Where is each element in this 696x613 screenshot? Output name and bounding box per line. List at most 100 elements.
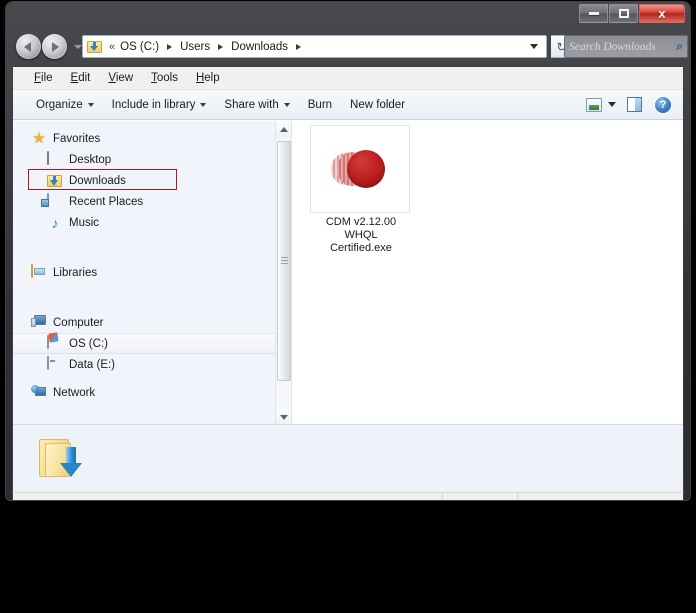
- breadcrumb-item-users[interactable]: Users: [177, 39, 213, 55]
- sidebar-label-favorites: Favorites: [53, 132, 101, 145]
- search-placeholder: Search Downloads: [569, 40, 656, 53]
- breadcrumb[interactable]: « OS (C:) Users Downloads: [82, 35, 547, 58]
- menu-accel-file: F: [34, 72, 42, 84]
- sidebar-label-data-e: Data (E:): [69, 358, 116, 371]
- sidebar-item-data-e[interactable]: Data (E:): [13, 354, 291, 375]
- menu-rest-file: ile: [41, 72, 53, 84]
- sidebar-item-network[interactable]: Network: [13, 382, 291, 403]
- file-name-line-1: CDM v2.12.00: [325, 216, 397, 228]
- close-icon: x: [658, 6, 666, 21]
- list-item[interactable]: CDM v2.12.00 WHQL Certified.exe: [310, 125, 412, 255]
- breadcrumb-item-downloads[interactable]: Downloads: [228, 39, 291, 55]
- new-folder-button[interactable]: New folder: [341, 96, 414, 114]
- file-thumbnail[interactable]: [310, 125, 410, 213]
- file-name-line-3: Certified.exe: [330, 242, 392, 254]
- preview-pane-icon[interactable]: [627, 97, 642, 112]
- breadcrumb-separator-icon[interactable]: [167, 43, 173, 50]
- details-pane: [13, 424, 683, 492]
- sidebar-item-libraries[interactable]: Libraries: [13, 262, 291, 283]
- star-icon: ★: [32, 129, 46, 147]
- search-icon: ⌕: [676, 39, 683, 53]
- navigation-buttons: [16, 34, 82, 59]
- sidebar-item-favorites[interactable]: ★ Favorites: [13, 128, 291, 149]
- breadcrumb-separator-icon[interactable]: [218, 43, 224, 50]
- sidebar-label-music: Music: [69, 216, 100, 229]
- sidebar-label-recent-places: Recent Places: [69, 195, 144, 208]
- change-view-icon[interactable]: [586, 97, 602, 112]
- drive-icon: [47, 355, 63, 373]
- explorer-window: x « OS (C:) Users Downloads ↻ Search Dow…: [6, 2, 690, 500]
- sidebar-item-os-c[interactable]: OS (C:): [13, 333, 291, 354]
- status-bar: [12, 492, 684, 500]
- breadcrumb-separator-icon[interactable]: [296, 43, 302, 50]
- menu-rest-edit: dit: [78, 72, 91, 84]
- sidebar-item-desktop[interactable]: Desktop: [13, 149, 291, 170]
- scroll-up-button[interactable]: [276, 121, 291, 137]
- minimize-button[interactable]: [579, 4, 608, 23]
- back-button[interactable]: [16, 34, 41, 59]
- organize-button[interactable]: Organize: [27, 96, 103, 114]
- menu-accel-view: V: [108, 72, 116, 84]
- breadcrumb-chevron-down-icon[interactable]: [530, 44, 538, 49]
- change-view-chevron-down-icon[interactable]: [608, 102, 616, 107]
- help-icon[interactable]: ?: [655, 96, 671, 113]
- scrollbar-thumb[interactable]: [277, 141, 291, 381]
- nav-group-libraries: Libraries: [13, 255, 291, 283]
- burn-button[interactable]: Burn: [299, 96, 341, 114]
- share-with-label: Share with: [224, 98, 279, 111]
- nav-group-network: Network: [13, 375, 291, 403]
- computer-icon: [31, 315, 47, 331]
- menu-item-tools[interactable]: Tools: [142, 70, 187, 86]
- sidebar-label-desktop: Desktop: [69, 153, 112, 166]
- nav-group-favorites: ★ Favorites Desktop Downloads Recent Pla…: [13, 121, 291, 233]
- sidebar-item-downloads[interactable]: Downloads: [13, 169, 291, 191]
- menu-item-file[interactable]: File: [25, 70, 62, 86]
- system-drive-icon: [47, 334, 63, 352]
- sidebar-item-music[interactable]: ♪ Music: [13, 212, 291, 233]
- forward-button[interactable]: [42, 34, 67, 59]
- menu-bar: File Edit View Tools Help: [13, 67, 683, 90]
- organize-label: Organize: [36, 98, 83, 111]
- navigation-pane-scrollbar[interactable]: [275, 121, 291, 425]
- downloads-folder-large-icon: [39, 435, 85, 481]
- status-segment-1: [13, 493, 443, 500]
- breadcrumb-overflow-chevrons-icon[interactable]: «: [109, 41, 115, 53]
- chevron-down-icon: [200, 102, 207, 107]
- share-with-button[interactable]: Share with: [215, 96, 298, 114]
- sidebar-item-recent-places[interactable]: Recent Places: [13, 191, 291, 212]
- command-bar: Organize Include in library Share with B…: [13, 90, 683, 120]
- music-note-icon: ♪: [51, 214, 59, 231]
- file-list-pane[interactable]: CDM v2.12.00 WHQL Certified.exe Open: [292, 121, 683, 425]
- downloads-folder-icon: [87, 40, 103, 54]
- menu-item-view[interactable]: View: [99, 70, 142, 86]
- libraries-icon: [31, 263, 47, 281]
- maximize-button[interactable]: [609, 4, 638, 23]
- forward-arrow-icon: [52, 41, 59, 52]
- menu-item-edit[interactable]: Edit: [62, 70, 100, 86]
- window-controls: x: [578, 4, 685, 23]
- include-in-library-label: Include in library: [111, 98, 196, 111]
- menu-rest-help: elp: [204, 72, 220, 84]
- recent-places-icon: [47, 192, 63, 210]
- nav-group-computer: Computer OS (C:) Data (E:): [13, 305, 291, 375]
- chevron-down-icon: [280, 414, 288, 420]
- file-name-line-2: WHQL: [344, 229, 378, 241]
- sidebar-item-computer[interactable]: Computer: [13, 312, 291, 333]
- menu-rest-view: iew: [115, 72, 134, 84]
- close-button[interactable]: x: [639, 4, 685, 23]
- installer-disc-icon: [331, 149, 389, 189]
- menu-rest-tools: ools: [156, 72, 178, 84]
- command-bar-right-group: ?: [586, 96, 677, 113]
- scroll-down-button[interactable]: [276, 409, 291, 425]
- breadcrumb-item-os-c[interactable]: OS (C:): [117, 39, 162, 55]
- title-bar: x: [6, 2, 690, 30]
- search-input[interactable]: Search Downloads ⌕: [564, 35, 688, 58]
- navigation-pane: ★ Favorites Desktop Downloads Recent Pla…: [13, 121, 292, 425]
- new-folder-label: New folder: [350, 98, 406, 111]
- recent-locations-chevron-down-icon[interactable]: [74, 44, 82, 49]
- include-in-library-button[interactable]: Include in library: [103, 96, 216, 114]
- maximize-icon: [618, 9, 629, 18]
- status-segment-3: [518, 493, 683, 500]
- menu-item-help[interactable]: Help: [187, 70, 229, 86]
- panes-container: ★ Favorites Desktop Downloads Recent Pla…: [13, 121, 683, 425]
